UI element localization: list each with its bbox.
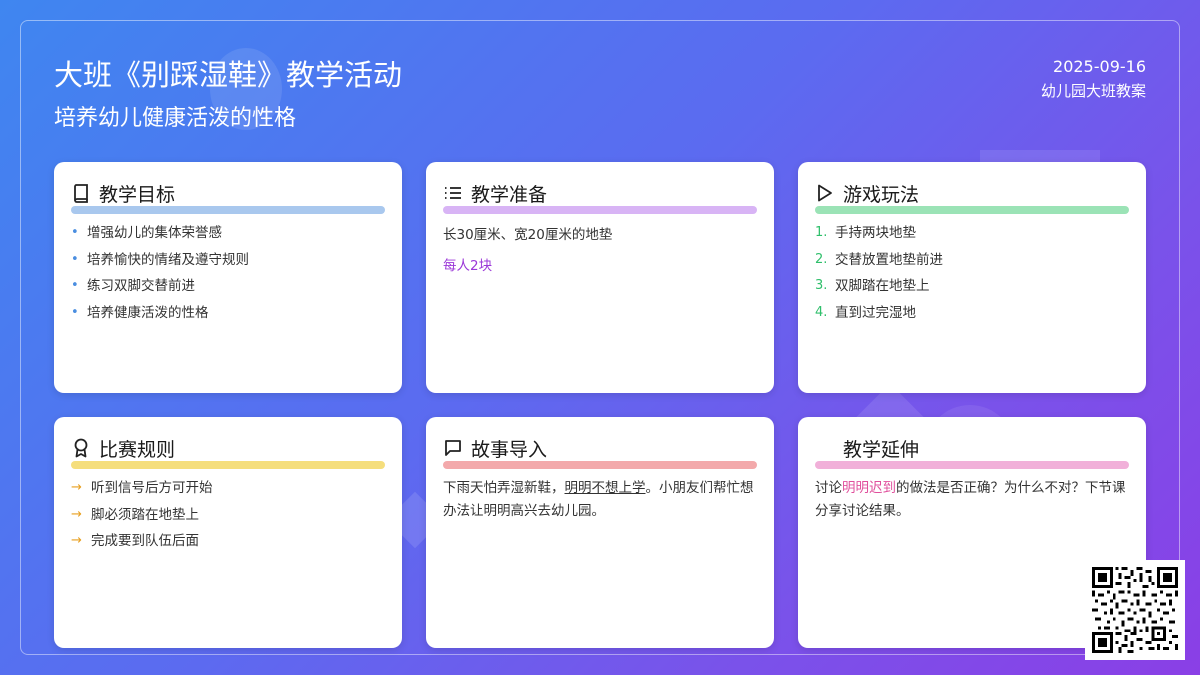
list-icon bbox=[443, 183, 463, 203]
bullet-icon: • bbox=[71, 304, 79, 320]
card-title: 教学目标 bbox=[99, 183, 176, 206]
card-title: 教学延伸 bbox=[843, 438, 920, 461]
list-item: 3. 双脚踏在地垫上 bbox=[815, 277, 1129, 304]
list-item-text: 培养健康活泼的性格 bbox=[87, 304, 209, 321]
list-item: • 练习双脚交替前进 bbox=[71, 277, 385, 304]
list-item-text: 手持两块地垫 bbox=[835, 225, 916, 241]
step-number: 2. bbox=[815, 251, 828, 267]
card-goals: 教学目标 • 增强幼儿的集体荣誉感 • 培养愉快的情绪及遵守规则 • 练习双脚交替前进… bbox=[54, 162, 402, 393]
extend-text-part: 讨论 bbox=[815, 480, 842, 496]
list-item-text: 培养愉快的情绪及遵守规则 bbox=[87, 251, 249, 268]
arrow-right-icon: → bbox=[71, 533, 82, 549]
accent-bar bbox=[443, 461, 757, 469]
step-number: 3. bbox=[815, 278, 828, 294]
card-story: 故事导入 下雨天怕弄湿新鞋，明明不想上学。小朋友们帮忙想办法让明明高兴去幼儿园。 bbox=[426, 417, 774, 648]
list-item-text: 练习双脚交替前进 bbox=[87, 278, 195, 295]
list-item-text: 脚必须踏在地垫上 bbox=[91, 506, 199, 523]
arrow-right-icon: → bbox=[71, 506, 82, 522]
org-label: 幼儿园大班教案 bbox=[1040, 82, 1146, 100]
rules-list: → 听到信号后方可开始 → 脚必须踏在地垫上 → 完成要到队伍后面 bbox=[71, 479, 385, 559]
story-text: 下雨天怕弄湿新鞋，明明不想上学。小朋友们帮忙想办法让明明高兴去幼儿园。 bbox=[443, 477, 757, 523]
accent-bar bbox=[815, 461, 1129, 469]
card-header: 故事导入 bbox=[443, 435, 757, 461]
goals-list: • 增强幼儿的集体荣誉感 • 培养愉快的情绪及遵守规则 • 练习双脚交替前进 • 培养健… bbox=[71, 224, 385, 330]
list-item: • 增强幼儿的集体荣誉感 bbox=[71, 224, 385, 251]
card-header: 教学延伸 bbox=[815, 435, 1129, 461]
play-icon bbox=[815, 183, 835, 203]
card-header: 教学目标 bbox=[71, 180, 385, 206]
prep-quantity: 每人2块 bbox=[443, 258, 493, 274]
list-item: → 听到信号后方可开始 bbox=[71, 479, 385, 506]
list-item: • 培养健康活泼的性格 bbox=[71, 304, 385, 331]
list-item: 1. 手持两块地垫 bbox=[815, 224, 1129, 251]
accent-bar bbox=[71, 206, 385, 214]
card-header: 教学准备 bbox=[443, 180, 757, 206]
card-rules: 比赛规则 → 听到信号后方可开始 → 脚必须踏在地垫上 → 完成要到队伍后面 bbox=[54, 417, 402, 648]
play-steps: 1. 手持两块地垫 2. 交替放置地垫前进 3. 双脚踏在地垫上 4. 直到过完湿地 bbox=[815, 224, 1129, 330]
list-item: • 培养愉快的情绪及遵守规则 bbox=[71, 251, 385, 278]
list-item: → 脚必须踏在地垫上 bbox=[71, 506, 385, 533]
page-subtitle: 培养幼儿健康活泼的性格 bbox=[54, 106, 297, 131]
step-number: 4. bbox=[815, 304, 828, 320]
story-highlight: 明明不想上学 bbox=[564, 480, 646, 496]
list-item: → 完成要到队伍后面 bbox=[71, 532, 385, 559]
card-header: 游戏玩法 bbox=[815, 180, 1129, 206]
bullet-icon: • bbox=[71, 251, 79, 267]
award-icon bbox=[71, 438, 91, 458]
bullet-icon: • bbox=[71, 225, 79, 240]
list-item: 2. 交替放置地垫前进 bbox=[815, 251, 1129, 278]
list-item-text: 直到过完湿地 bbox=[835, 304, 916, 321]
card-header: 比赛规则 bbox=[71, 435, 385, 461]
extend-text: 讨论明明迟到的做法是否正确？为什么不对？下节课分享讨论结果。 bbox=[815, 477, 1129, 523]
blank-icon bbox=[815, 438, 835, 458]
list-item-text: 听到信号后方可开始 bbox=[91, 480, 213, 496]
card-title: 游戏玩法 bbox=[843, 183, 920, 206]
list-item-text: 增强幼儿的集体荣誉感 bbox=[87, 225, 222, 241]
card-title: 故事导入 bbox=[471, 438, 548, 461]
list-item-text: 双脚踏在地垫上 bbox=[835, 278, 930, 295]
book-icon bbox=[71, 183, 91, 203]
list-item: 4. 直到过完湿地 bbox=[815, 304, 1129, 331]
card-title: 比赛规则 bbox=[99, 438, 176, 461]
prep-text: 长30厘米、宽20厘米的地垫 bbox=[443, 227, 613, 243]
card-title: 教学准备 bbox=[471, 183, 548, 206]
card-play: 游戏玩法 1. 手持两块地垫 2. 交替放置地垫前进 3. 双脚踏在地垫上 4. 直到过… bbox=[798, 162, 1146, 393]
qr-code bbox=[1085, 560, 1185, 660]
chat-icon bbox=[443, 438, 463, 458]
card-prep: 教学准备 长30厘米、宽20厘米的地垫 每人2块 bbox=[426, 162, 774, 393]
arrow-right-icon: → bbox=[71, 480, 82, 495]
date-label: 2025-09-16 bbox=[1053, 57, 1146, 76]
bullet-icon: • bbox=[71, 278, 79, 294]
page-title: 大班《别踩湿鞋》教学活动 bbox=[54, 58, 403, 92]
accent-bar bbox=[443, 206, 757, 214]
story-text-part: 下雨天怕弄湿新鞋， bbox=[443, 480, 565, 496]
accent-bar bbox=[71, 461, 385, 469]
accent-bar bbox=[815, 206, 1129, 214]
extend-highlight: 明明迟到 bbox=[842, 480, 896, 496]
step-number: 1. bbox=[815, 225, 828, 240]
list-item-text: 交替放置地垫前进 bbox=[835, 251, 943, 268]
list-item-text: 完成要到队伍后面 bbox=[91, 533, 199, 550]
